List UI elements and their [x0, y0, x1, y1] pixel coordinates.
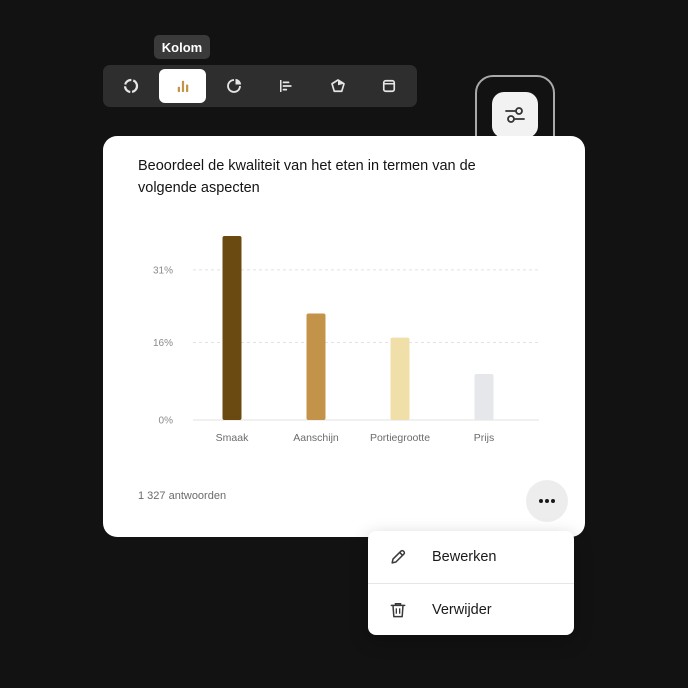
tool-polygon-chart[interactable] [314, 69, 362, 103]
menu-item-delete[interactable]: Verwijder [368, 583, 574, 635]
column-chart-icon [177, 80, 188, 92]
pencil-icon [391, 549, 406, 564]
chart-type-toolbar [103, 65, 417, 107]
tool-donut-chart[interactable] [107, 69, 155, 103]
more-dots-icon [539, 499, 555, 503]
tool-pie-chart[interactable] [210, 69, 258, 103]
x-category-label: Prijs [474, 432, 494, 444]
pie-chart-icon [227, 78, 242, 93]
x-category-label: Aanschijn [293, 432, 339, 444]
menu-item-delete-label: Verwijder [432, 601, 492, 618]
tool-bar-chart[interactable] [262, 69, 310, 103]
x-category-label: Smaak [216, 432, 249, 444]
sliders-icon [505, 107, 525, 123]
tooltip-label: Kolom [161, 39, 203, 55]
response-count: 1 327 antwoorden [138, 490, 227, 502]
donut-chart-icon [123, 78, 138, 94]
column-chart: 0% 16% 31% Smaak Aanschijn Portiegrootte Prijs [153, 236, 539, 444]
y-tick-label: 16% [153, 338, 173, 349]
chart-type-tooltip: Kolom [154, 35, 210, 59]
x-category-label: Portiegrootte [370, 432, 430, 444]
y-tick-label: 0% [159, 416, 174, 427]
bar-aanschijn [306, 313, 326, 420]
y-tick-label: 31% [153, 265, 173, 276]
tool-card-view[interactable] [365, 69, 413, 103]
polygon-chart-icon [330, 79, 345, 93]
menu-item-edit[interactable]: Bewerken [368, 531, 574, 583]
more-options-button[interactable] [526, 480, 568, 522]
bar-chart-icon [279, 80, 292, 92]
menu-item-edit-label: Bewerken [432, 549, 497, 565]
chart-card: Beoordeel de kwaliteit van het eten in t… [103, 136, 585, 537]
tool-column-chart[interactable] [158, 69, 207, 103]
context-menu: Bewerken Verwijder [368, 531, 574, 635]
card-view-icon [383, 79, 396, 93]
bar-smaak [222, 236, 242, 420]
bar-prijs [474, 374, 494, 420]
trash-icon [390, 602, 406, 617]
bar-portiegrootte [390, 337, 410, 420]
